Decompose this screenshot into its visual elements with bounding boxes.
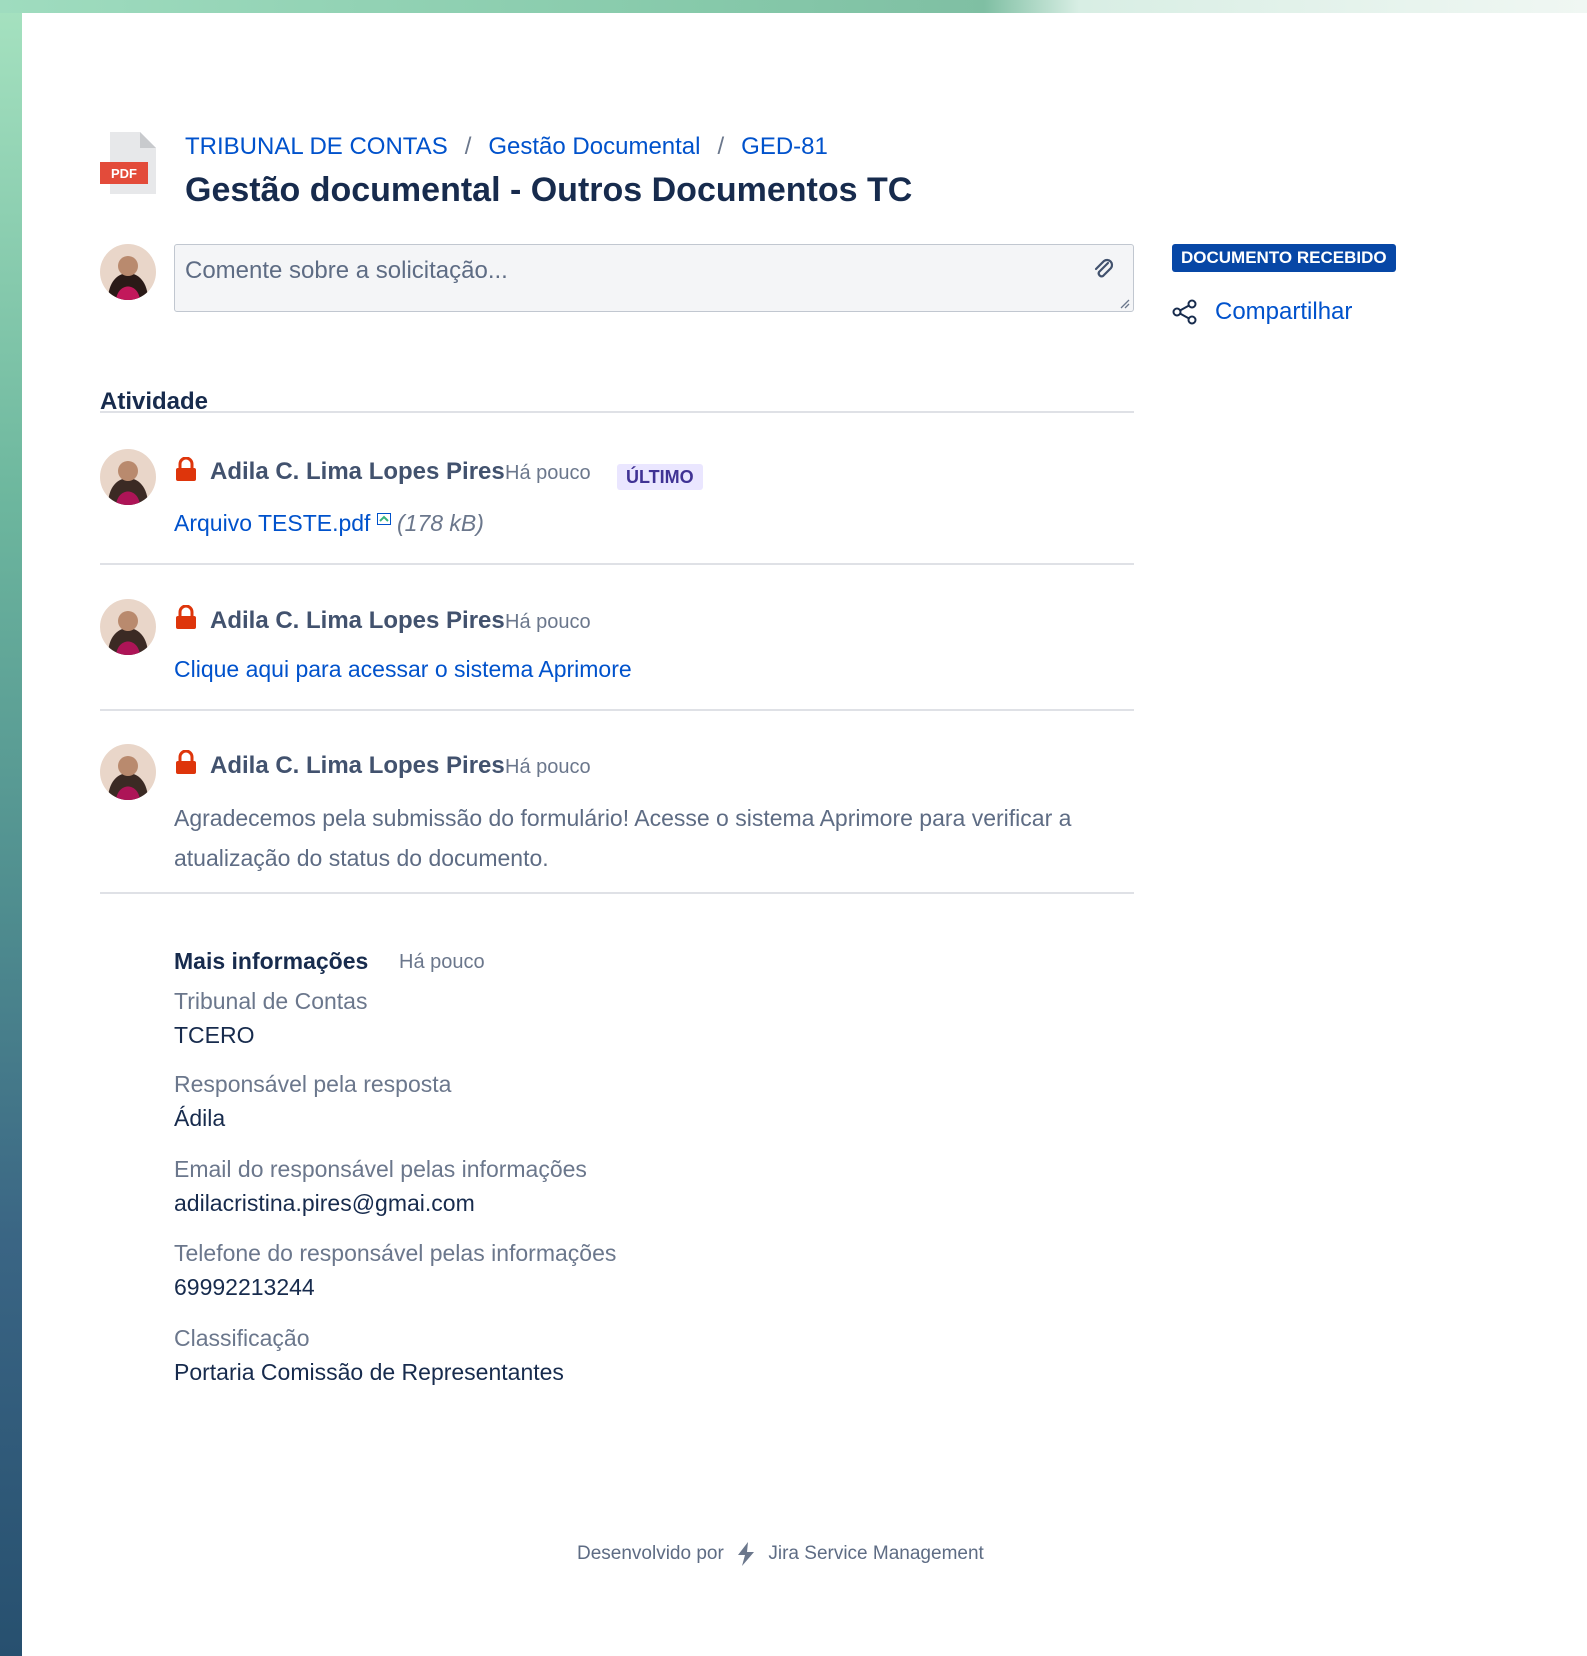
status-badge: DOCUMENTO RECEBIDO	[1172, 244, 1396, 272]
field-value-telefone: 69992213244	[174, 1274, 315, 1300]
paperclip-icon[interactable]	[1091, 257, 1117, 283]
breadcrumb-separator: /	[464, 133, 472, 160]
attachment-link[interactable]: Arquivo TESTE.pdf	[174, 510, 391, 537]
field-value-tribunal: TCERO	[174, 1022, 255, 1048]
footer: Desenvolvido por Jira Service Management	[577, 1541, 984, 1567]
share-link[interactable]: Compartilhar	[1215, 298, 1352, 326]
lock-icon	[175, 749, 197, 774]
field-label-telefone: Telefone do responsável pelas informaçõe…	[174, 1240, 617, 1266]
activity-divider	[100, 411, 1134, 413]
field-value-responsavel: Ádila	[174, 1105, 226, 1131]
breadcrumb-item-tribunal[interactable]: TRIBUNAL DE CONTAS	[185, 133, 448, 160]
more-info-time: Há pouco	[399, 951, 485, 973]
breadcrumb-item-gestao[interactable]: Gestão Documental	[488, 133, 700, 160]
field-label-classificacao: Classificação	[174, 1325, 310, 1351]
field-label-responsavel: Responsável pela resposta	[174, 1071, 452, 1097]
activity-message: Agradecemos pela submissão do formulário…	[174, 805, 1072, 871]
avatar	[100, 449, 156, 505]
activity-time: Há pouco	[505, 756, 591, 778]
share-icon[interactable]	[1172, 299, 1198, 325]
page-title: Gestão documental - Outros Documentos TC	[185, 171, 913, 209]
latest-badge: ÚLTIMO	[617, 464, 703, 490]
activity-author: Adila C. Lima Lopes Pires	[210, 752, 505, 779]
avatar	[100, 599, 156, 655]
svg-text:PDF: PDF	[111, 166, 137, 181]
avatar	[100, 244, 156, 300]
avatar	[100, 744, 156, 800]
footer-prefix: Desenvolvido por	[577, 1543, 724, 1565]
jira-logo-icon	[733, 1541, 759, 1567]
field-label-tribunal: Tribunal de Contas	[174, 988, 368, 1014]
file-size: (178 kB)	[397, 510, 484, 536]
breadcrumb-item-issue-key[interactable]: GED-81	[741, 133, 828, 160]
attachment-link-label: Arquivo TESTE.pdf	[174, 510, 371, 536]
activity-time: Há pouco	[505, 462, 591, 484]
pdf-file-icon: PDF	[100, 128, 160, 198]
activity-divider	[100, 709, 1134, 711]
more-info-title: Mais informações	[174, 948, 369, 974]
field-value-email: adilacristina.pires@gmai.com	[174, 1190, 475, 1216]
lock-icon	[175, 456, 197, 481]
activity-author: Adila C. Lima Lopes Pires	[210, 458, 505, 485]
top-gradient-strip	[0, 0, 1587, 13]
activity-author: Adila C. Lima Lopes Pires	[210, 607, 505, 634]
activity-divider	[100, 563, 1134, 565]
comment-input[interactable]: Comente sobre a solicitação...	[174, 244, 1134, 312]
field-label-email: Email do responsável pelas informações	[174, 1156, 587, 1182]
aprimore-link[interactable]: Clique aqui para acessar o sistema Aprim…	[174, 656, 632, 683]
field-value-classificacao: Portaria Comissão de Representantes	[174, 1359, 564, 1385]
footer-product-link[interactable]: Jira Service Management	[768, 1543, 983, 1564]
activity-divider	[100, 892, 1134, 894]
breadcrumb-separator: /	[717, 133, 725, 160]
comment-placeholder: Comente sobre a solicitação...	[185, 257, 508, 284]
lock-icon	[175, 604, 197, 629]
request-card: PDF TRIBUNAL DE CONTAS / Gestão Documental…	[22, 13, 1587, 1656]
activity-time: Há pouco	[505, 611, 591, 633]
resize-handle-icon[interactable]	[1118, 296, 1130, 309]
breadcrumb: TRIBUNAL DE CONTAS / Gestão Documental / GED…	[185, 133, 828, 161]
external-file-icon	[376, 510, 391, 536]
